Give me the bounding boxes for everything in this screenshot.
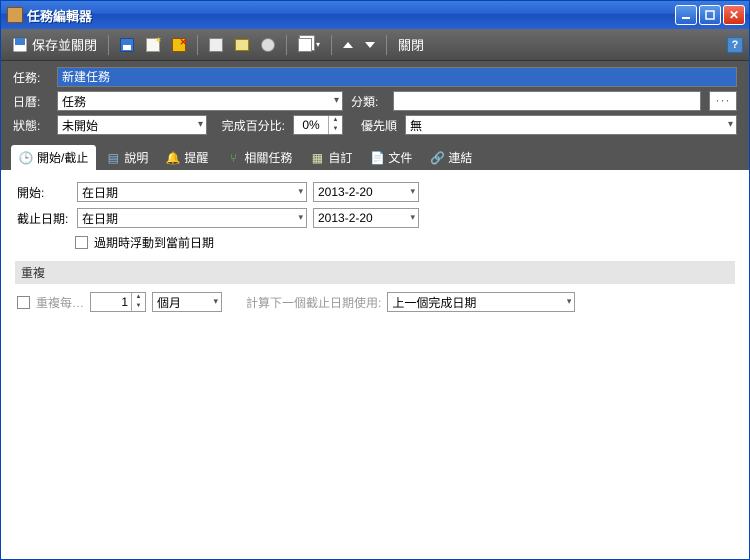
float-label: 過期時浮動到當前日期 bbox=[94, 234, 214, 251]
repeat-interval-spinner[interactable]: 1 ▲▼ bbox=[90, 292, 146, 312]
app-icon bbox=[7, 7, 23, 23]
float-checkbox[interactable] bbox=[75, 236, 88, 249]
start-label: 開始: bbox=[17, 184, 71, 201]
window: 任務編輯器 ✕ 保存並關閉 ▾ 關閉 ? bbox=[0, 0, 750, 560]
task-input[interactable]: 新建任務 bbox=[57, 67, 737, 87]
close-button[interactable]: ✕ bbox=[723, 5, 745, 25]
category-label: 分類: bbox=[351, 93, 385, 110]
print-button[interactable] bbox=[204, 34, 228, 56]
due-mode-combo[interactable]: 在日期▾ bbox=[77, 208, 307, 228]
tab-links[interactable]: 🔗連結 bbox=[422, 145, 480, 170]
subtask-icon: ⑂ bbox=[226, 151, 240, 165]
new-icon bbox=[146, 38, 160, 52]
progress-spinner[interactable]: 0% ▲▼ bbox=[293, 115, 343, 135]
window-title: 任務編輯器 bbox=[27, 6, 675, 25]
close-button-toolbar[interactable]: 關閉 bbox=[393, 31, 429, 58]
move-up-button[interactable] bbox=[338, 38, 358, 52]
tab-files[interactable]: 📄文件 bbox=[362, 145, 420, 170]
due-label: 截止日期: bbox=[17, 210, 71, 227]
minimize-button[interactable] bbox=[675, 5, 697, 25]
delete-icon bbox=[172, 38, 186, 52]
due-date-combo[interactable]: 2013-2-20▾ bbox=[313, 208, 419, 228]
tab-related[interactable]: ⑂相關任務 bbox=[218, 145, 300, 170]
start-date-combo[interactable]: 2013-2-20▾ bbox=[313, 182, 419, 202]
priority-label: 優先順 bbox=[351, 117, 397, 134]
clock-icon: 🕒 bbox=[19, 151, 33, 165]
tab-custom[interactable]: ▦自訂 bbox=[302, 145, 360, 170]
link-icon: 🔗 bbox=[430, 151, 444, 165]
category-combo[interactable] bbox=[393, 91, 701, 111]
priority-combo[interactable]: 無▾ bbox=[405, 115, 737, 135]
status-label: 狀態: bbox=[13, 117, 49, 134]
calc-next-label: 計算下一個截止日期使用: bbox=[246, 294, 381, 311]
toolbar: 保存並關閉 ▾ 關閉 ? bbox=[1, 29, 749, 61]
globe-icon bbox=[261, 38, 275, 52]
tab-description[interactable]: ▤說明 bbox=[98, 145, 156, 170]
repeat-every-label: 重複每… bbox=[36, 294, 84, 311]
tabs: 🕒開始/截止 ▤說明 🔔提醒 ⑂相關任務 ▦自訂 📄文件 🔗連結 bbox=[1, 143, 749, 170]
maximize-button[interactable] bbox=[699, 5, 721, 25]
repeat-checkbox[interactable] bbox=[17, 296, 30, 309]
save-and-close-button[interactable]: 保存並關閉 bbox=[7, 31, 102, 58]
titlebar[interactable]: 任務編輯器 ✕ bbox=[1, 1, 749, 29]
triangle-up-icon bbox=[343, 42, 353, 48]
repeat-section-header: 重複 bbox=[15, 261, 735, 284]
progress-label: 完成百分比: bbox=[215, 117, 285, 134]
save-icon bbox=[12, 37, 28, 53]
start-mode-combo[interactable]: 在日期▾ bbox=[77, 182, 307, 202]
category-more-button[interactable]: ··· bbox=[709, 91, 737, 111]
task-label: 任務: bbox=[13, 69, 49, 86]
copy-icon bbox=[298, 38, 312, 52]
save-button[interactable] bbox=[115, 34, 139, 56]
delete-button[interactable] bbox=[167, 34, 191, 56]
tab-content: 開始: 在日期▾ 2013-2-20▾ 截止日期: 在日期▾ 2013-2-20… bbox=[1, 170, 749, 540]
status-combo[interactable]: 未開始▾ bbox=[57, 115, 207, 135]
floppy-icon bbox=[120, 38, 134, 52]
share-button[interactable] bbox=[256, 34, 280, 56]
print-icon bbox=[209, 38, 223, 52]
mail-button[interactable] bbox=[230, 35, 254, 55]
mail-icon bbox=[235, 39, 249, 51]
calendar-label: 日曆: bbox=[13, 93, 49, 110]
tab-start-stop[interactable]: 🕒開始/截止 bbox=[11, 145, 96, 170]
calendar-combo[interactable]: 任務▾ bbox=[57, 91, 343, 111]
bell-icon: 🔔 bbox=[166, 151, 180, 165]
calc-basis-combo[interactable]: 上一個完成日期▾ bbox=[387, 292, 575, 312]
copy-button[interactable]: ▾ bbox=[293, 34, 325, 56]
help-button[interactable]: ? bbox=[727, 37, 743, 53]
file-icon: 📄 bbox=[370, 151, 384, 165]
page-icon: ▦ bbox=[310, 151, 324, 165]
tab-reminder[interactable]: 🔔提醒 bbox=[158, 145, 216, 170]
form-area: 任務: 新建任務 日曆: 任務▾ 分類: ··· 狀態: 未開始▾ 完成百分比:… bbox=[1, 61, 749, 143]
new-button[interactable] bbox=[141, 34, 165, 56]
move-down-button[interactable] bbox=[360, 38, 380, 52]
triangle-down-icon bbox=[365, 42, 375, 48]
repeat-unit-combo[interactable]: 個月▾ bbox=[152, 292, 222, 312]
doc-icon: ▤ bbox=[106, 151, 120, 165]
